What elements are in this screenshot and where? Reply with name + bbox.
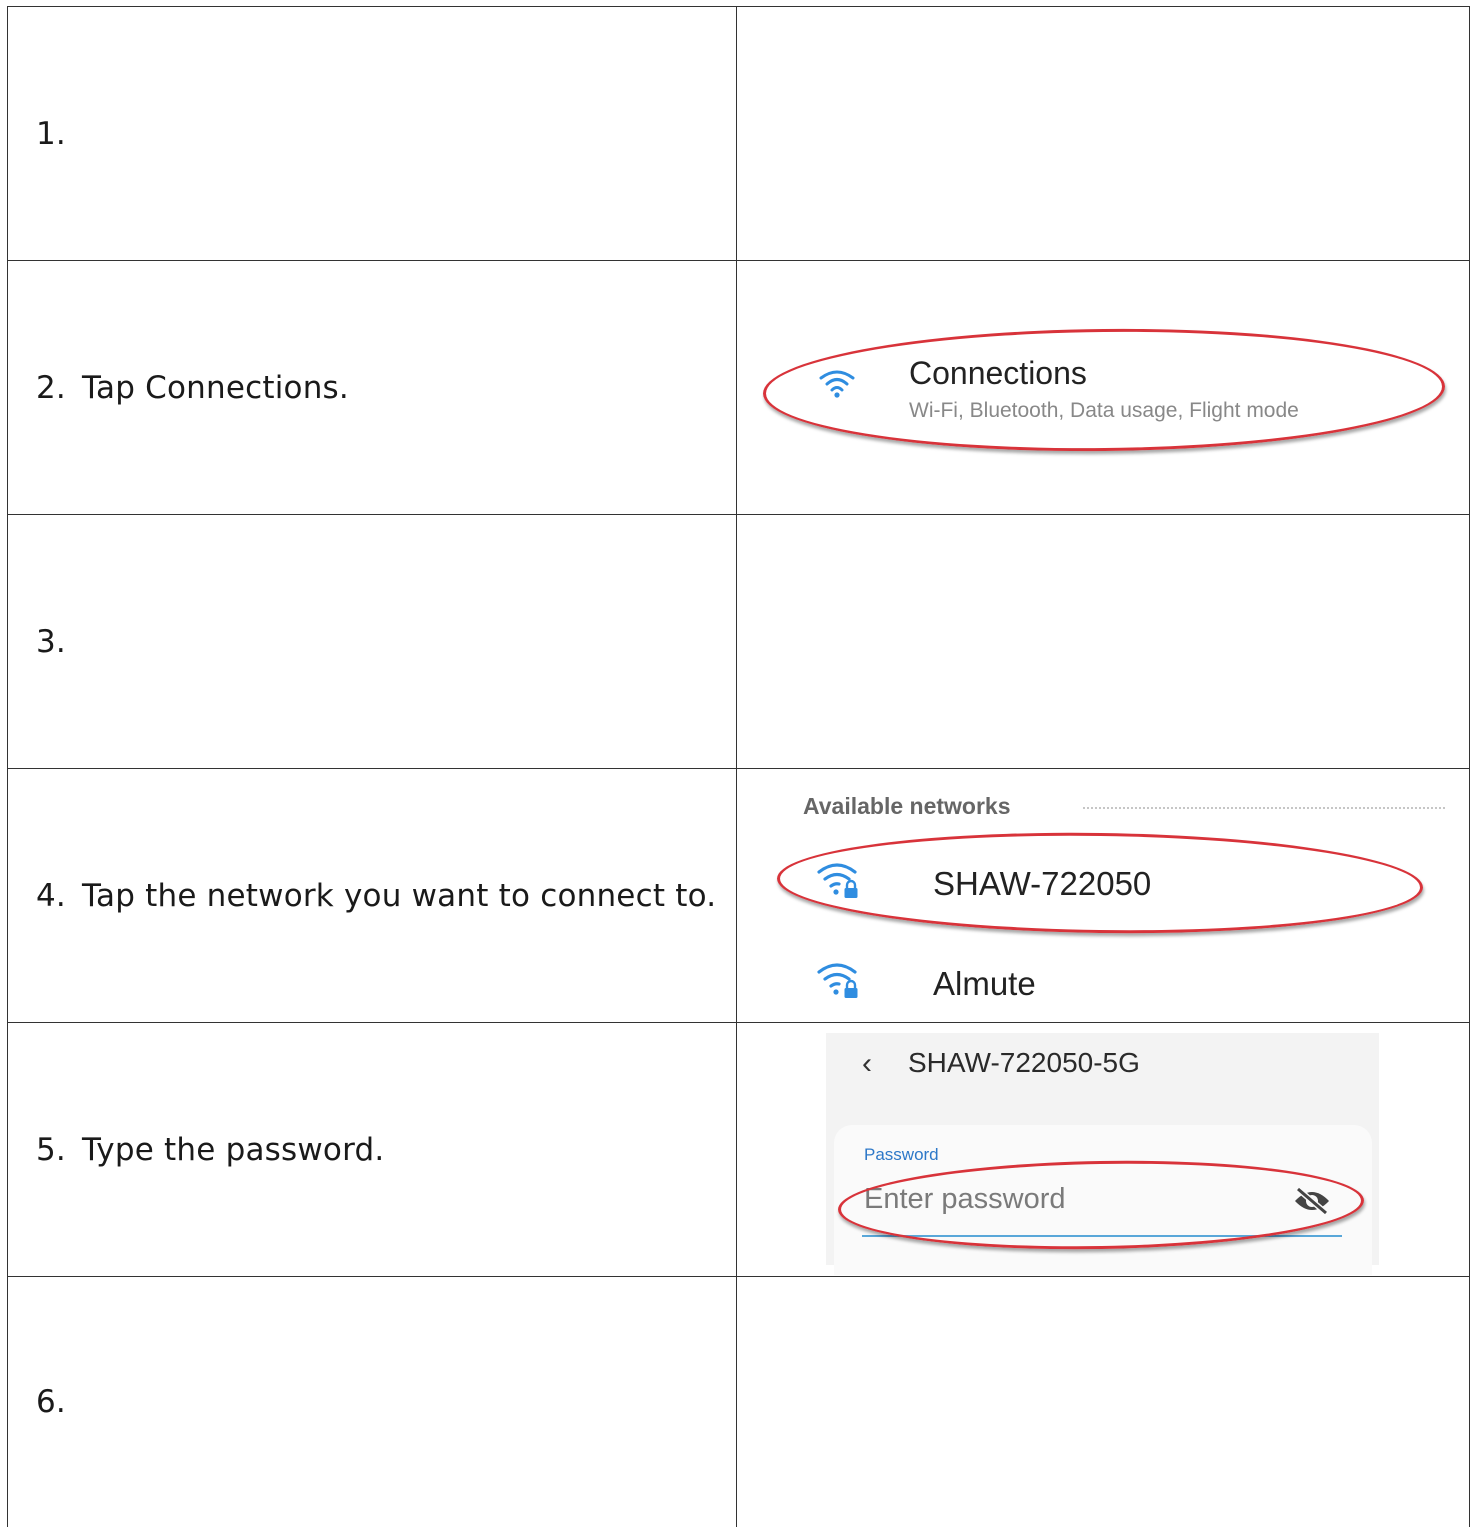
step-image-cell — [736, 514, 1470, 769]
wifi-lock-icon — [817, 961, 861, 1001]
network-name: Almute — [933, 965, 1036, 1002]
steps-table: 1. 2. Tap Connections. Connections Wi-Fi… — [7, 6, 1470, 1527]
step-text-cell: 1. — [7, 6, 737, 261]
step-image-cell: Available networks SHAW-722050 Almute — [736, 768, 1470, 1023]
step-row-4: 4. Tap the network you want to connect to… — [7, 768, 1470, 1023]
step-instruction: Tap Connections. — [82, 369, 349, 406]
step-number: 6. — [36, 1384, 66, 1420]
available-networks-header: Available networks — [803, 793, 1011, 819]
connections-menu-item[interactable]: Connections Wi-Fi, Bluetooth, Data usage… — [737, 261, 1469, 514]
step-instruction: Type the password. — [82, 1131, 385, 1168]
step-row-1: 1. — [7, 6, 1470, 261]
step-text-cell: 2. Tap Connections. — [7, 260, 737, 515]
highlight-oval — [762, 325, 1446, 455]
step-text-cell: 5. Type the password. — [7, 1022, 737, 1277]
step-number: 5. — [36, 1131, 66, 1168]
step-text-cell: 6. — [7, 1276, 737, 1527]
step-row-5: 5. Type the password. ‹ SHAW-722050-5G Pa… — [7, 1022, 1470, 1277]
step-number: 3. — [36, 623, 66, 660]
step-image-cell: Connections Wi-Fi, Bluetooth, Data usage… — [736, 260, 1470, 515]
password-label: Password — [864, 1145, 939, 1164]
step-number: 1. — [36, 115, 66, 152]
step-text-cell: 3. — [7, 514, 737, 769]
step-row-2: 2. Tap Connections. Connections Wi-Fi, Bl… — [7, 260, 1470, 515]
divider — [1083, 807, 1445, 809]
chevron-left-icon[interactable]: ‹ — [862, 1047, 872, 1081]
step-number: 4. — [36, 877, 66, 914]
network-ssid-title: SHAW-722050-5G — [908, 1047, 1140, 1078]
step-instruction: Tap the network you want to connect to. — [82, 877, 717, 914]
step-image-cell: ‹ SHAW-722050-5G Password — [736, 1022, 1470, 1277]
step-image-cell — [736, 6, 1470, 261]
available-networks-list: Available networks SHAW-722050 Almute — [737, 769, 1469, 1022]
highlight-oval — [776, 828, 1424, 938]
step-text-cell: 4. Tap the network you want to connect to… — [7, 768, 737, 1023]
step-number: 2. — [36, 369, 66, 406]
step-row-6: 6. — [7, 1276, 1470, 1527]
step-row-3: 3. — [7, 514, 1470, 769]
step-image-cell — [736, 1276, 1470, 1527]
